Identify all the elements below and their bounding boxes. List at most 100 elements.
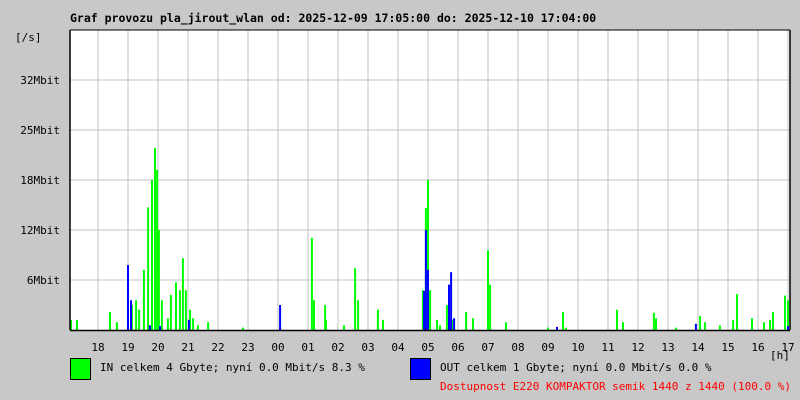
y-tick-label: 6Mbit	[27, 274, 60, 287]
in-traffic-bar	[652, 312, 655, 330]
out-traffic-bar	[187, 319, 190, 330]
x-tick-label: 00	[271, 341, 284, 354]
in-traffic-bar	[157, 230, 160, 330]
in-traffic-bar	[169, 294, 172, 330]
x-tick-label: 16	[751, 341, 764, 354]
x-tick-label: 11	[601, 341, 614, 354]
in-traffic-bar	[343, 325, 345, 330]
x-tick-label: 15	[721, 341, 734, 354]
in-traffic-bar	[310, 237, 313, 330]
x-tick-label: 02	[331, 341, 344, 354]
legend-in-text: IN celkem 4 Gbyte; nyní 0.0 Mbit/s 8.3 %	[100, 361, 365, 374]
out-traffic-bar	[787, 326, 789, 330]
x-tick-label: 06	[451, 341, 464, 354]
in-traffic-bar	[699, 315, 702, 330]
out-traffic-bar	[424, 230, 427, 330]
in-traffic-bar	[622, 322, 624, 330]
x-tick-label: 21	[181, 341, 194, 354]
x-tick-label: 14	[691, 341, 705, 354]
in-traffic-bar	[196, 325, 199, 330]
x-tick-label: 10	[571, 341, 584, 354]
in-traffic-bar	[175, 282, 177, 330]
x-tick-label: 23	[241, 341, 254, 354]
in-traffic-bar	[736, 294, 738, 330]
out-traffic-bar	[450, 272, 453, 330]
in-traffic-bar	[207, 322, 210, 330]
in-traffic-bar	[313, 300, 315, 330]
in-traffic-bar	[439, 325, 441, 330]
legend-out-text: OUT celkem 1 Gbyte; nyní 0.0 Mbit/s 0.0 …	[440, 361, 712, 374]
x-tick-label: 01	[301, 341, 314, 354]
x-tick-label: 07	[481, 341, 494, 354]
traffic-chart: 18 19 20 21 22 23 00 01 02 03 04 05 06 07 08 09 10 11 12 13…	[20, 29, 795, 354]
in-traffic-bar	[147, 207, 150, 330]
in-traffic-bar	[562, 312, 564, 330]
in-traffic-bar	[465, 312, 468, 330]
x-tick-label: 17	[781, 341, 794, 354]
in-traffic-bar	[376, 309, 379, 330]
x-tick-label: 12	[631, 341, 644, 354]
in-traffic-bar	[382, 319, 384, 330]
in-traffic-bar	[138, 309, 141, 330]
in-traffic-bar	[616, 309, 618, 330]
y-tick-label: 12Mbit	[20, 224, 60, 237]
out-traffic-bar	[130, 300, 132, 330]
in-traffic-bar	[184, 290, 187, 330]
in-traffic-bar	[429, 290, 432, 330]
out-traffic-bar	[279, 305, 282, 330]
out-traffic-bar	[159, 326, 162, 330]
in-traffic-bar	[156, 169, 159, 330]
out-traffic-bar	[556, 326, 558, 330]
out-traffic-bar	[148, 325, 151, 330]
out-traffic-bar	[427, 269, 429, 330]
in-traffic-bar	[763, 322, 765, 330]
x-tick-label: 22	[211, 341, 224, 354]
in-traffic-bar	[784, 295, 786, 330]
in-traffic-bar	[787, 300, 789, 330]
in-traffic-bar	[703, 322, 706, 330]
y-tick-label: 25Mbit	[20, 124, 60, 137]
in-traffic-bar	[115, 322, 118, 330]
out-traffic-bar	[448, 284, 450, 330]
out-traffic-bar	[423, 290, 426, 330]
in-traffic-bar	[354, 268, 357, 330]
in-traffic-bar	[751, 318, 753, 330]
out-traffic-bar	[453, 318, 456, 330]
x-tick-label: 08	[511, 341, 524, 354]
in-traffic-bar	[154, 147, 156, 330]
in-traffic-bar	[489, 284, 492, 330]
x-tick-label: 03	[361, 341, 374, 354]
in-traffic-bar	[142, 269, 145, 330]
y-tick-label: 32Mbit	[20, 74, 60, 87]
in-traffic-bar	[675, 327, 678, 330]
x-tick-label: 09	[541, 341, 554, 354]
in-traffic-bar	[357, 300, 360, 330]
in-traffic-bar	[445, 305, 448, 330]
x-tick-label: 19	[121, 341, 134, 354]
legend-out-swatch	[410, 358, 431, 380]
in-traffic-bar	[76, 319, 78, 330]
out-traffic-bar	[694, 323, 697, 330]
in-traffic-bar	[166, 318, 169, 330]
in-traffic-bar	[772, 312, 774, 330]
x-tick-label: 13	[661, 341, 674, 354]
in-traffic-bar	[718, 325, 721, 330]
out-traffic-bar	[127, 265, 129, 330]
x-tick-label: 18	[91, 341, 104, 354]
x-tick-label: 05	[421, 341, 434, 354]
in-traffic-bar	[487, 250, 489, 330]
in-traffic-bar	[135, 300, 138, 330]
x-tick-label: 04	[391, 341, 405, 354]
in-traffic-bar	[109, 312, 111, 330]
in-traffic-bar	[436, 319, 438, 330]
in-traffic-bar	[655, 318, 657, 330]
in-traffic-bar	[769, 319, 771, 330]
availability-text: Dostupnost E220 KOMPAKTOR semik 1440 z 1…	[440, 380, 791, 393]
in-traffic-bar	[160, 300, 163, 330]
in-traffic-bar	[547, 327, 549, 330]
x-tick-label: 20	[151, 341, 164, 354]
in-traffic-bar	[192, 318, 195, 330]
in-traffic-bar	[732, 319, 735, 330]
in-traffic-bar	[565, 327, 567, 330]
in-traffic-bar	[241, 327, 244, 330]
